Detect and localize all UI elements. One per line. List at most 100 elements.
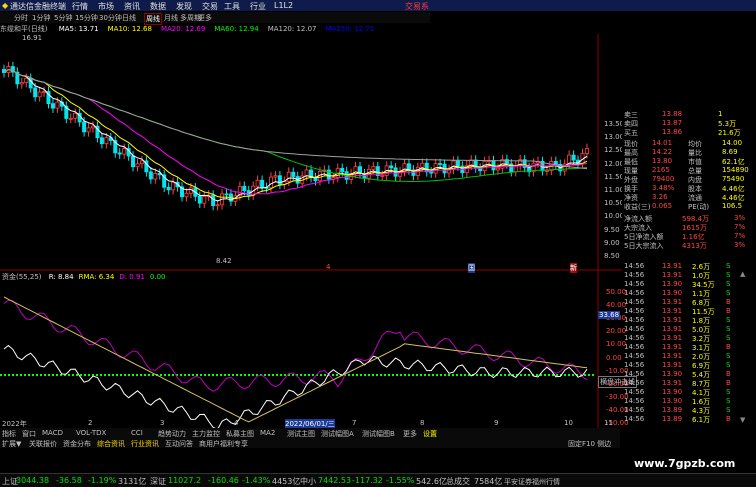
candle-body bbox=[242, 185, 247, 192]
candle-body bbox=[104, 137, 109, 145]
indicator-tab[interactable]: MA2 bbox=[260, 429, 275, 437]
indicator-series bbox=[0, 296, 596, 430]
candle-body bbox=[202, 196, 207, 204]
tick-price: 13.91 bbox=[662, 325, 683, 333]
candle-body bbox=[340, 167, 345, 173]
trade-tick-row: 14:56 13.91 3.2万 S bbox=[622, 334, 738, 343]
trade-tick-row: 14:56 13.89 6.1万 B bbox=[622, 415, 738, 424]
candle-body bbox=[389, 165, 394, 169]
candle-body bbox=[86, 127, 91, 133]
candle-body bbox=[148, 171, 153, 180]
candle-body bbox=[42, 91, 47, 93]
extension-tab[interactable]: 关联报价 bbox=[29, 439, 57, 449]
tick-price: 13.91 bbox=[662, 343, 683, 351]
extension-tab[interactable]: 综合资讯 bbox=[97, 439, 125, 449]
candle-body bbox=[224, 193, 229, 196]
tick-volume: 6.1万 bbox=[692, 416, 711, 424]
candle-body bbox=[166, 186, 171, 191]
extension-tab[interactable]: 商用户福利专享 bbox=[199, 439, 248, 449]
indicator-name: 资金(55,25) bbox=[2, 273, 42, 281]
trade-tick-row: 14:56 13.91 2.0万 S bbox=[622, 352, 738, 361]
price-axis-tick: 9.50 bbox=[604, 225, 620, 234]
extension-tab[interactable]: 资金分布 bbox=[63, 439, 91, 449]
candle-body bbox=[420, 162, 425, 168]
date-axis-label: 8 bbox=[420, 419, 425, 427]
stat-value: 3.26 bbox=[652, 193, 668, 201]
stat-value: 14.22 bbox=[652, 148, 673, 156]
tick-price: 13.91 bbox=[662, 379, 683, 387]
tick-time: 14:56 bbox=[624, 289, 645, 297]
money-flow-percent: 7% bbox=[734, 223, 746, 231]
extension-tab[interactable]: 扩展▼ bbox=[2, 439, 21, 449]
ma-line bbox=[3, 69, 588, 182]
tick-price: 13.89 bbox=[662, 415, 683, 423]
money-flow-row: 大宗流入 1615万 7% bbox=[622, 223, 756, 232]
status-segment[interactable]: 平安证券福州行情 bbox=[504, 477, 560, 487]
indicator-tab[interactable]: VOL-TDX bbox=[76, 429, 106, 437]
tick-time: 14:56 bbox=[624, 298, 645, 306]
status-segment: 7584亿 bbox=[474, 477, 503, 486]
month-mark-guo: 国 bbox=[468, 263, 475, 273]
status-segment: -36.58 bbox=[56, 476, 82, 485]
price-axis-tick: 8.50 bbox=[604, 252, 620, 260]
stat-value: 14.00 bbox=[722, 139, 743, 147]
tick-time: 14:56 bbox=[624, 343, 645, 351]
tick-price: 13.91 bbox=[662, 334, 683, 342]
tick-side: S bbox=[726, 334, 731, 342]
status-segment: 542.6亿 bbox=[416, 477, 447, 486]
candle-body bbox=[553, 161, 558, 165]
stat-row: 现量 2165 总量 154890 bbox=[622, 166, 756, 175]
indicator-tab[interactable]: MACD bbox=[42, 429, 63, 437]
candle-body bbox=[117, 152, 122, 155]
trade-ticks-list[interactable]: 14:56 13.91 2.6万 S 14:56 13.91 1.0万 S 14:56 13.90… bbox=[622, 262, 738, 427]
stat-value: 14.01 bbox=[652, 139, 673, 147]
candle-body bbox=[406, 163, 411, 171]
market-status-bar: 上证 3044.38 -36.58 -1.19% 3131亿 深证 11027.2 -160.… bbox=[0, 473, 756, 487]
tick-side: B bbox=[726, 298, 731, 306]
candle-body bbox=[122, 148, 127, 155]
extension-tab[interactable]: 互动问答 bbox=[165, 439, 193, 449]
indicator-tab[interactable]: CCI bbox=[131, 429, 143, 437]
money-flow-label: 5日大宗流入 bbox=[624, 242, 664, 250]
status-segment: -1.19% bbox=[88, 476, 117, 485]
stat-row: 净资 3.26 流通 4.46亿 bbox=[622, 193, 756, 202]
money-flow-row: 5日大宗流入 4313万 3% bbox=[622, 241, 756, 250]
candle-body bbox=[260, 179, 265, 188]
tick-price: 13.91 bbox=[662, 262, 683, 270]
candle-body bbox=[135, 163, 140, 168]
tick-time: 14:56 bbox=[624, 262, 645, 270]
stat-value: 8.69 bbox=[722, 148, 738, 156]
indicator-legend-item: D: 0.91 bbox=[119, 273, 145, 281]
ma-line bbox=[3, 69, 588, 195]
stat-value: 75490 bbox=[722, 175, 745, 183]
date-axis-label: 11 bbox=[604, 419, 613, 427]
candle-body bbox=[55, 101, 60, 109]
candle-body bbox=[73, 112, 78, 119]
order-book-row: 卖三 13.88 1 bbox=[622, 110, 756, 119]
candle-body bbox=[544, 170, 549, 172]
candle-body bbox=[255, 179, 260, 187]
money-flow-percent: 3% bbox=[734, 214, 746, 222]
ma-line bbox=[3, 69, 588, 202]
order-book-price: 13.87 bbox=[662, 119, 683, 127]
f10-sidebar-toggle[interactable]: 固定F10 侧边 bbox=[568, 439, 611, 449]
tick-price: 13.90 bbox=[662, 397, 683, 405]
stat-label: PE(动) bbox=[688, 203, 710, 211]
price-axis-tick: 9.00 bbox=[604, 238, 620, 247]
candle-body bbox=[268, 176, 273, 189]
chart-area[interactable] bbox=[0, 0, 622, 430]
trade-tick-row: 14:56 13.90 1.6万 S bbox=[622, 397, 738, 406]
ticks-scroll-icon[interactable]: ▲ bbox=[740, 270, 745, 278]
stat-row: 收益(三) 0.065 PE(动) 106.5 bbox=[622, 202, 756, 211]
status-segment: 11027.2 bbox=[168, 476, 202, 485]
ticks-scroll-down-icon[interactable]: ▼ bbox=[740, 416, 745, 424]
candle-body bbox=[424, 162, 429, 173]
extension-tab[interactable]: 行业资讯 bbox=[131, 439, 159, 449]
month-mark-4: 4 bbox=[326, 263, 331, 271]
tick-price: 13.90 bbox=[662, 280, 683, 288]
candle-body bbox=[68, 117, 73, 120]
tick-side: B bbox=[726, 379, 731, 387]
stat-label: 收益(三) bbox=[624, 203, 651, 211]
status-segment: -117.32 bbox=[352, 476, 383, 485]
status-segment: 7442.53 bbox=[318, 476, 352, 485]
